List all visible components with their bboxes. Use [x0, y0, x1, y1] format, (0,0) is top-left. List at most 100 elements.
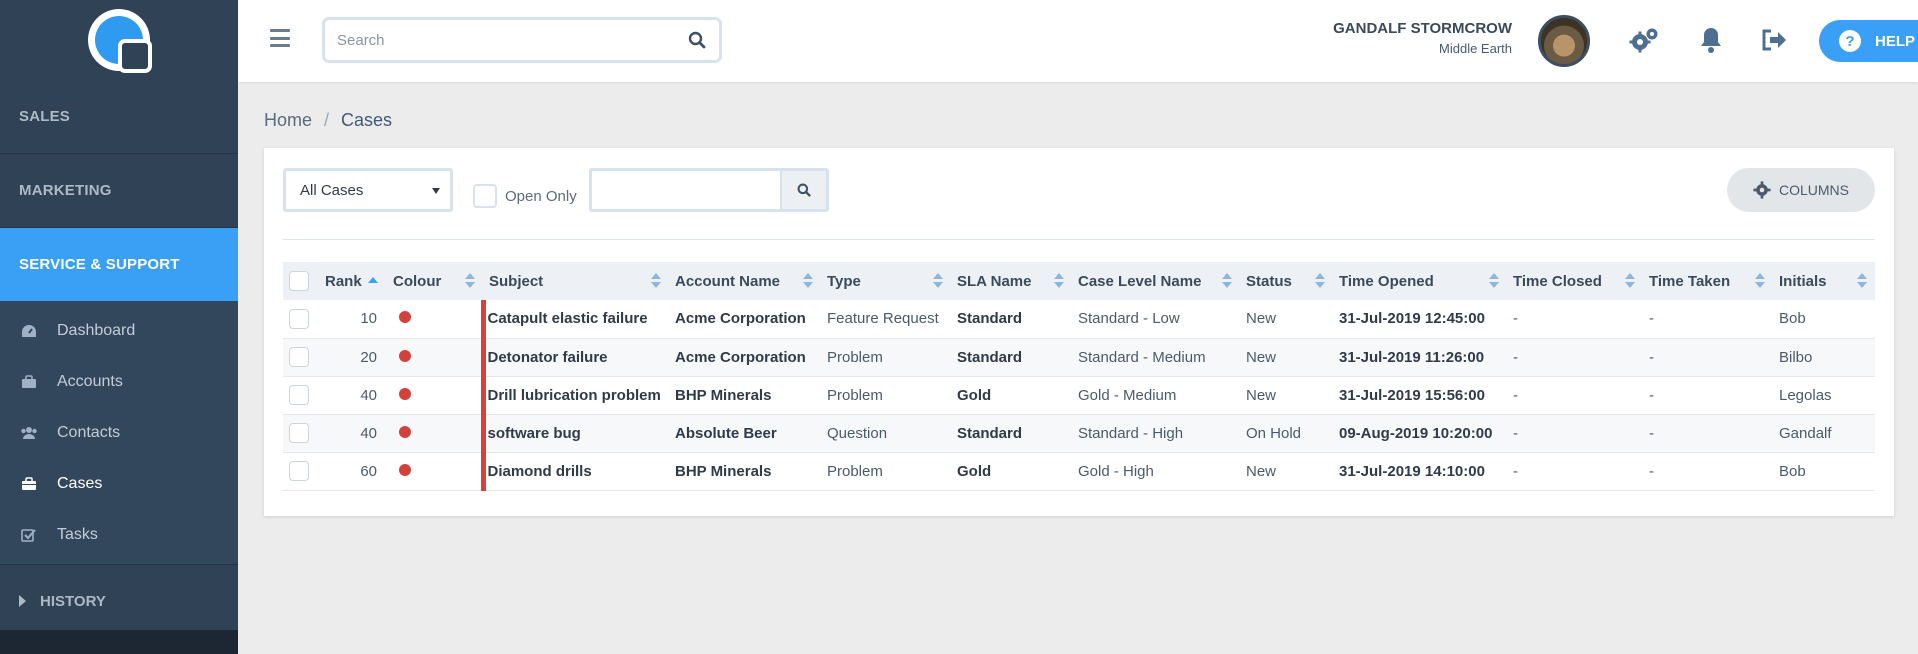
sidebar-section-service-support[interactable]: SERVICE & SUPPORT — [0, 228, 238, 301]
colour-dot — [399, 387, 411, 400]
table-header-row: Rank Colour Subject Account Name Type SL… — [283, 262, 1875, 300]
cases-panel: All Cases Open Only COLUMNS Rank Colour — [264, 148, 1894, 516]
col-header-closed[interactable]: Time Closed — [1507, 262, 1643, 300]
row-select-cell — [283, 338, 319, 376]
sort-icon — [1857, 273, 1867, 289]
sidebar-item-label: Tasks — [57, 525, 98, 543]
sort-icon — [1054, 273, 1064, 289]
sidebar-section-history[interactable]: HISTORY — [0, 564, 238, 637]
col-header-status[interactable]: Status — [1240, 262, 1333, 300]
view-select-value: All Cases — [300, 181, 364, 199]
cell-opened: 31-Jul-2019 15:56:00 — [1339, 386, 1485, 404]
cell-sla: Standard — [957, 424, 1023, 442]
bell-icon[interactable] — [1693, 22, 1729, 58]
open-only-checkbox[interactable] — [473, 184, 497, 208]
cell-initials: Bob — [1779, 462, 1806, 480]
search-input[interactable] — [325, 31, 675, 49]
cell-subject[interactable]: software bug — [480, 414, 669, 452]
cases-toolbar: All Cases Open Only COLUMNS — [283, 168, 1875, 240]
cell-opened: 09-Aug-2019 10:20:00 — [1339, 424, 1493, 442]
col-header-level[interactable]: Case Level Name — [1072, 262, 1240, 300]
cell-account[interactable]: BHP Minerals — [669, 376, 821, 414]
colour-dot — [399, 349, 411, 362]
cell-subject[interactable]: Catapult elastic failure — [480, 300, 669, 338]
cell-account[interactable]: Acme Corporation — [669, 300, 821, 338]
user-name: GANDALF STORMCROW — [1333, 20, 1512, 37]
view-select[interactable]: All Cases — [283, 168, 453, 212]
cell-closed: - — [1513, 386, 1518, 404]
columns-button[interactable]: COLUMNS — [1727, 168, 1875, 212]
cell-account[interactable]: Acme Corporation — [669, 338, 821, 376]
row-checkbox[interactable] — [289, 423, 309, 443]
col-header-colour[interactable]: Colour — [387, 262, 483, 300]
table-row[interactable]: 10 Catapult elastic failure Acme Corpora… — [283, 300, 1875, 338]
col-header-sla[interactable]: SLA Name — [951, 262, 1072, 300]
search-icon — [797, 183, 811, 197]
row-select-cell — [283, 452, 319, 490]
settings-gears-icon[interactable] — [1626, 22, 1662, 58]
cell-subject[interactable]: Drill lubrication problem — [480, 376, 669, 414]
help-button[interactable]: ? HELP — [1819, 20, 1918, 62]
cell-account[interactable]: BHP Minerals — [669, 452, 821, 490]
cell-initials: Legolas — [1779, 386, 1832, 404]
row-checkbox[interactable] — [289, 385, 309, 405]
col-header-type[interactable]: Type — [821, 262, 951, 300]
dropdown-arrow-icon — [432, 188, 440, 194]
select-all-checkbox[interactable] — [289, 271, 309, 291]
app-logo[interactable] — [88, 9, 152, 73]
cell-opened: 31-Jul-2019 11:26:00 — [1339, 348, 1485, 366]
row-checkbox[interactable] — [289, 347, 309, 367]
row-checkbox[interactable] — [289, 308, 309, 329]
logout-icon[interactable] — [1756, 22, 1792, 58]
sort-icon — [1315, 273, 1325, 289]
breadcrumb-home[interactable]: Home — [264, 110, 312, 131]
search-icon[interactable] — [675, 31, 719, 49]
sort-icon — [803, 273, 813, 289]
table-row[interactable]: 40 software bug Absolute Beer Question S… — [283, 414, 1875, 452]
avatar[interactable] — [1538, 15, 1590, 67]
cell-taken: - — [1649, 310, 1654, 328]
cell-subject[interactable]: Diamond drills — [480, 452, 669, 490]
cell-sla: Gold — [957, 462, 992, 480]
table-row[interactable]: 40 Drill lubrication problem BHP Mineral… — [283, 376, 1875, 414]
col-header-initials[interactable]: Initials — [1773, 262, 1875, 300]
sidebar-item-dashboard[interactable]: Dashboard — [0, 305, 238, 356]
cell-subject[interactable]: Detonator failure — [480, 338, 669, 376]
table-row[interactable]: 20 Detonator failure Acme Corporation Pr… — [283, 338, 1875, 376]
table-filter-input[interactable] — [592, 171, 780, 209]
table-row[interactable]: 60 Diamond drills BHP Minerals Problem G… — [283, 452, 1875, 490]
col-header-account[interactable]: Account Name — [669, 262, 821, 300]
cell-level: Gold - Medium — [1078, 386, 1177, 404]
sidebar-section-marketing[interactable]: MARKETING — [0, 154, 238, 228]
cell-colour — [387, 338, 483, 376]
cell-colour — [387, 414, 483, 452]
table-filter-search-button[interactable] — [780, 171, 826, 209]
sidebar-item-tasks[interactable]: Tasks — [0, 509, 238, 560]
col-header-opened[interactable]: Time Opened — [1333, 262, 1507, 300]
sidebar-item-contacts[interactable]: Contacts — [0, 407, 238, 458]
table-body: 10 Catapult elastic failure Acme Corpora… — [283, 300, 1875, 490]
dashboard-icon — [19, 324, 39, 338]
sidebar-item-cases[interactable]: Cases — [0, 458, 238, 509]
sidebar-item-label: Dashboard — [57, 321, 136, 339]
sidebar-item-accounts[interactable]: Accounts — [0, 356, 238, 407]
cell-rank: 10 — [360, 310, 377, 328]
briefcase-icon — [19, 374, 39, 389]
sidebar-section-sales[interactable]: SALES — [0, 80, 238, 154]
col-header-taken[interactable]: Time Taken — [1643, 262, 1773, 300]
open-only-filter[interactable]: Open Only — [473, 176, 577, 208]
sidebar-item-label: Accounts — [57, 372, 123, 390]
row-checkbox[interactable] — [289, 461, 309, 481]
cell-account[interactable]: Absolute Beer — [669, 414, 821, 452]
row-select-cell — [283, 376, 319, 414]
sort-icon — [1755, 273, 1765, 289]
cell-type: Question — [827, 424, 888, 442]
hamburger-menu-icon[interactable] — [270, 29, 290, 47]
sort-icon — [1489, 273, 1499, 289]
cell-level: Standard - Medium — [1078, 348, 1206, 366]
col-header-subject[interactable]: Subject — [483, 262, 669, 300]
open-only-label: Open Only — [505, 187, 577, 205]
col-header-rank[interactable]: Rank — [319, 262, 387, 300]
user-info[interactable]: GANDALF STORMCROW Middle Earth — [1238, 20, 1512, 56]
cell-level: Standard - Low — [1078, 310, 1180, 328]
